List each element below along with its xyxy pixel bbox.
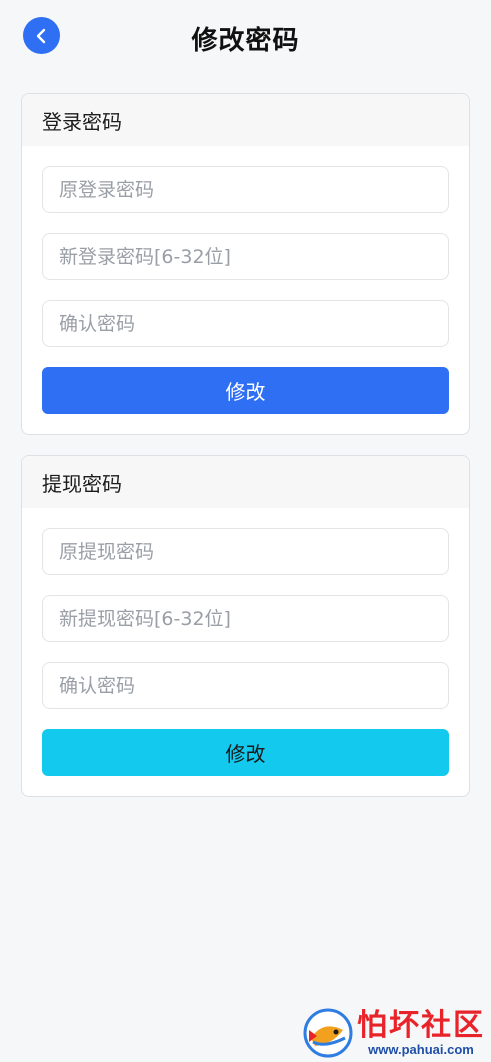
withdraw-password-card-title: 提现密码	[22, 456, 469, 508]
login-password-card-title: 登录密码	[22, 94, 469, 146]
withdraw-password-card: 提现密码 修改	[21, 455, 470, 797]
page-title: 修改密码	[191, 26, 300, 56]
withdraw-password-form: 修改	[22, 508, 469, 776]
modify-withdraw-password-button[interactable]: 修改	[42, 729, 449, 776]
login-password-card: 登录密码 修改	[21, 93, 470, 435]
fish-logo-icon	[303, 1008, 353, 1058]
new-login-password-input[interactable]	[42, 233, 449, 280]
new-withdraw-password-input[interactable]	[42, 595, 449, 642]
watermark-url: www.pahuai.com	[368, 1042, 474, 1057]
site-watermark: 怕坏社区 www.pahuai.com	[303, 1008, 485, 1058]
modify-login-password-button[interactable]: 修改	[42, 367, 449, 414]
old-login-password-input[interactable]	[42, 166, 449, 213]
watermark-name: 怕坏社区	[357, 1008, 485, 1043]
confirm-login-password-input[interactable]	[42, 300, 449, 347]
old-withdraw-password-input[interactable]	[42, 528, 449, 575]
top-bar: 修改密码	[0, 0, 491, 76]
watermark-text: 怕坏社区 www.pahuai.com	[357, 1009, 485, 1057]
confirm-withdraw-password-input[interactable]	[42, 662, 449, 709]
login-password-form: 修改	[22, 146, 469, 414]
